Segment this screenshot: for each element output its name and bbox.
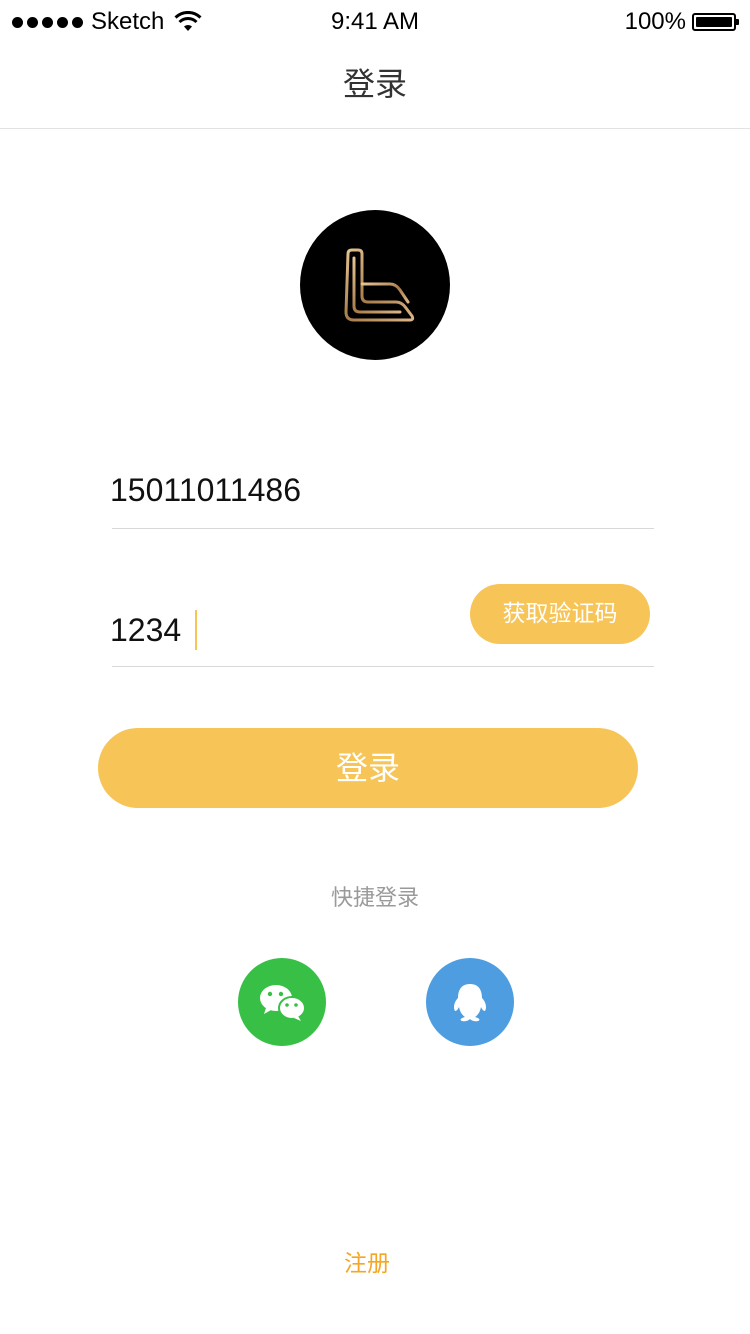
phone-field[interactable]: 15011011486 [110,456,654,529]
code-input-value[interactable]: 1234 [110,612,181,649]
text-caret [195,610,198,650]
quick-login-label: 快捷登录 [330,886,419,911]
register-link[interactable]: 注册 [0,1244,750,1278]
status-bar-right: 100% [624,6,739,38]
qq-icon [454,984,486,1022]
login-button[interactable]: 登录 [98,728,638,808]
get-code-button[interactable]: 获取验证码 [470,584,650,644]
qq-login-button[interactable] [426,958,514,1046]
navigation-bar: 登录 [0,40,750,129]
status-bar: Sketch 9:41 AM 100% [0,0,750,40]
brand-logo [300,210,450,360]
page-title: 登录 [342,65,407,103]
battery-icon [692,13,739,31]
battery-percentage: 100% [624,8,686,35]
phone-input-value[interactable]: 15011011486 [110,472,301,509]
wechat-login-button[interactable] [238,958,326,1046]
wechat-icon [260,985,306,1021]
brand-logo-icon [344,248,415,322]
code-input-value-wrap[interactable]: 1234 [110,610,198,650]
